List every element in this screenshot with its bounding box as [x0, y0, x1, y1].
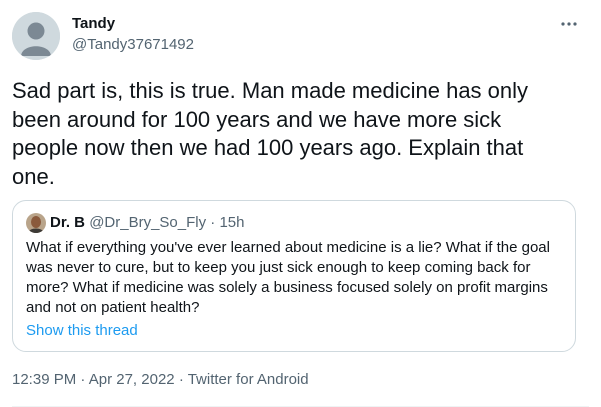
- quoted-author-avatar[interactable]: [26, 213, 46, 233]
- quoted-author-handle[interactable]: @Dr_Bry_So_Fly: [89, 214, 206, 231]
- author-handle[interactable]: @Tandy37671492: [72, 36, 194, 54]
- tweet: Tandy @Tandy37671492 Sad part is, this i…: [0, 0, 601, 407]
- quoted-tweet[interactable]: Dr. B @Dr_Bry_So_Fly · 15h What if every…: [12, 200, 576, 352]
- quoted-tweet-text: What if everything you've ever learned a…: [26, 239, 550, 316]
- tweet-text: Sad part is, this is true. Man made medi…: [12, 78, 529, 189]
- quoted-author-name[interactable]: Dr. B: [50, 214, 85, 231]
- meta-separator: ·: [80, 371, 86, 388]
- tweet-source[interactable]: Twitter for Android: [188, 371, 309, 388]
- default-avatar-icon: [12, 12, 60, 60]
- more-options-button[interactable]: [557, 14, 581, 34]
- meta-separator: ·: [178, 371, 184, 388]
- more-horizontal-icon: [561, 22, 577, 26]
- tweet-time[interactable]: 12:39 PM: [12, 371, 76, 388]
- quoted-separator: ·: [210, 214, 216, 231]
- tweet-date[interactable]: Apr 27, 2022: [89, 371, 175, 388]
- author-name[interactable]: Tandy: [72, 15, 115, 33]
- tweet-metadata: 12:39 PM · Apr 27, 2022 · Twitter for An…: [12, 370, 309, 390]
- show-thread-link[interactable]: Show this thread: [26, 321, 138, 341]
- quoted-timestamp[interactable]: 15h: [219, 214, 244, 231]
- quoted-tweet-header: Dr. B @Dr_Bry_So_Fly · 15h: [50, 213, 245, 233]
- author-avatar[interactable]: [12, 12, 60, 60]
- profile-photo-icon: [26, 213, 46, 233]
